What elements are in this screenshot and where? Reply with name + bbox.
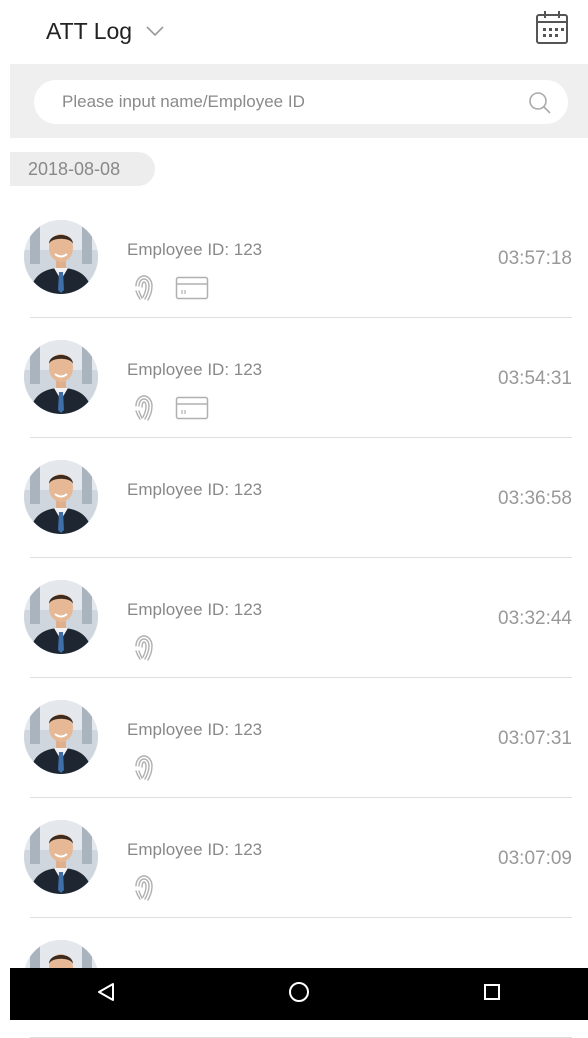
card-icon	[175, 396, 209, 420]
chevron-down-icon	[146, 26, 164, 36]
recents-icon	[483, 983, 501, 1006]
record-time: 03:54:31	[498, 368, 572, 389]
attendance-record-row[interactable]: Employee ID: 123 03:54:31	[0, 318, 588, 438]
employee-avatar	[24, 460, 98, 534]
employee-avatar	[24, 220, 98, 294]
employee-id-label: Employee ID: 123	[127, 720, 263, 739]
date-group-label: 2018-08-08	[10, 152, 155, 186]
verification-methods	[133, 874, 175, 902]
card-icon	[175, 276, 209, 300]
fingerprint-icon	[133, 634, 155, 662]
search-icon[interactable]	[528, 91, 552, 120]
attendance-record-row[interactable]: Employee ID: 123 03:07:31	[0, 678, 588, 798]
employee-avatar	[24, 340, 98, 414]
verification-methods	[133, 634, 175, 662]
attendance-record-row[interactable]: Employee ID: 123 03:32:44	[0, 558, 588, 678]
record-time: 03:57:18	[498, 248, 572, 269]
calendar-icon	[535, 9, 569, 50]
employee-id-label: Employee ID: 123	[127, 360, 263, 379]
app-header: ATT Log	[0, 0, 588, 63]
attendance-record-row[interactable]: Employee ID: 123 03:57:18	[0, 198, 588, 318]
employee-id-label: Employee ID: 123	[127, 600, 263, 619]
verification-methods	[133, 394, 229, 422]
employee-id-label: Employee ID: 123	[127, 840, 263, 859]
attendance-list: Employee ID: 123 03:57:18 Employee ID: 1…	[0, 198, 588, 1038]
verification-methods	[133, 754, 175, 782]
home-icon	[288, 981, 310, 1008]
record-time: 03:36:58	[498, 488, 572, 509]
fingerprint-icon	[133, 274, 155, 302]
fingerprint-icon	[133, 874, 155, 902]
record-time: 03:32:44	[498, 608, 572, 629]
search-input[interactable]	[60, 91, 504, 113]
fingerprint-icon	[133, 394, 155, 422]
system-nav-bar	[10, 968, 588, 1020]
fingerprint-icon	[133, 754, 155, 782]
nav-home-button[interactable]	[269, 968, 329, 1020]
employee-avatar	[24, 580, 98, 654]
search-box[interactable]	[34, 80, 568, 124]
record-time: 03:07:09	[498, 848, 572, 869]
nav-recents-button[interactable]	[462, 968, 522, 1020]
nav-back-button[interactable]	[76, 968, 136, 1020]
calendar-button[interactable]	[534, 10, 570, 48]
employee-avatar	[24, 700, 98, 774]
attendance-record-row[interactable]: Employee ID: 123 03:07:09	[0, 798, 588, 918]
attendance-record-row[interactable]: Employee ID: 123 03:36:58	[0, 438, 588, 558]
log-type-dropdown[interactable]: ATT Log	[46, 14, 164, 48]
search-bar	[10, 64, 588, 138]
employee-avatar	[24, 820, 98, 894]
employee-id-label: Employee ID: 123	[127, 240, 263, 259]
verification-methods	[133, 274, 229, 302]
record-time: 03:07:31	[498, 728, 572, 749]
employee-id-label: Employee ID: 123	[127, 480, 263, 499]
back-icon	[97, 982, 115, 1007]
page-title: ATT Log	[46, 17, 133, 44]
